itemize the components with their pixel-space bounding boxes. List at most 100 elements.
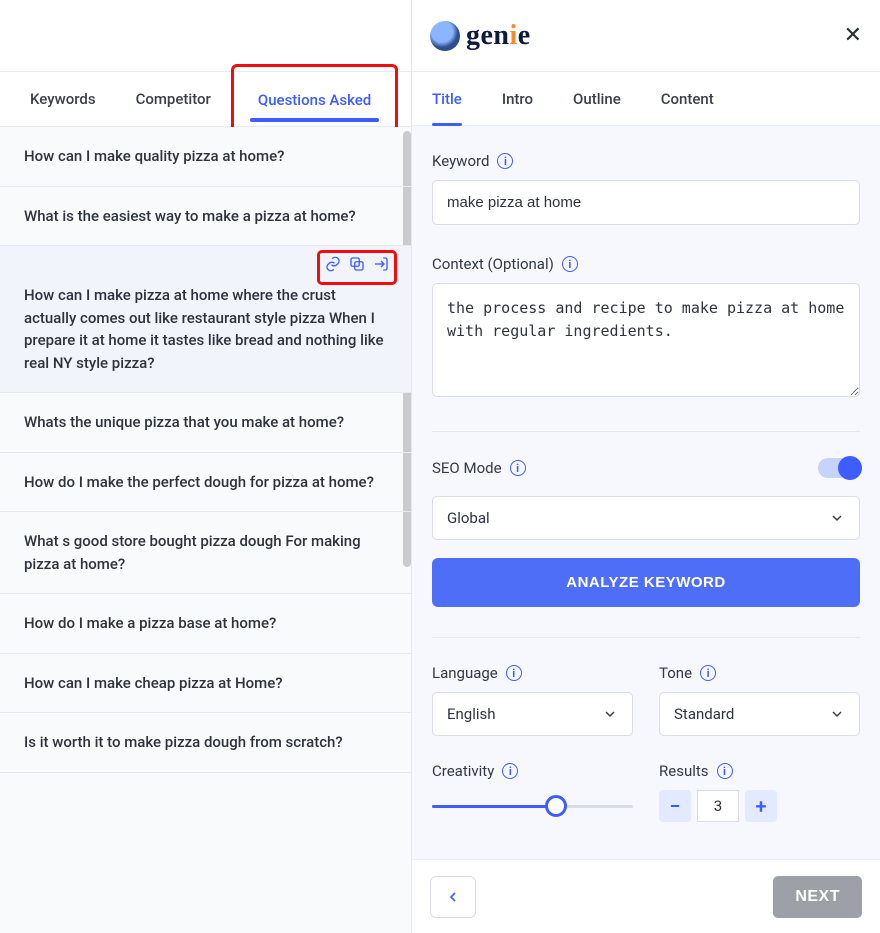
right-tab-outline-label: Outline [573, 90, 621, 108]
chevron-left-icon [445, 889, 461, 905]
question-item[interactable]: What is the easiest way to make a pizza … [0, 187, 411, 247]
question-text: Is it worth it to make pizza dough from … [24, 733, 343, 751]
results-stepper: − 3 + [659, 790, 860, 822]
info-icon[interactable]: i [506, 665, 522, 681]
right-footer: NEXT [412, 859, 880, 933]
right-tab-title[interactable]: Title [432, 72, 462, 126]
region-value: Global [447, 509, 490, 527]
language-value: English [447, 705, 496, 723]
analyze-keyword-label: ANALYZE KEYWORD [566, 574, 725, 591]
left-tab-competitor-label: Competitor [136, 90, 211, 108]
question-text: Whats the unique pizza that you make at … [24, 413, 344, 431]
question-text: What s good store bought pizza dough For… [24, 532, 361, 573]
genie-icon [430, 21, 460, 51]
creativity-col: Creativity i [432, 762, 633, 822]
keyword-label-row: Keyword i [432, 152, 860, 170]
left-tab-questions-asked[interactable]: Questions Asked [238, 73, 391, 128]
info-icon[interactable]: i [562, 256, 578, 272]
seo-mode-toggle[interactable] [818, 458, 860, 478]
questions-asked-highlight: Questions Asked [231, 64, 398, 135]
info-icon[interactable]: i [502, 763, 518, 779]
language-select[interactable]: English [432, 692, 633, 736]
brand-logo: genie [430, 20, 531, 52]
toggle-knob [838, 456, 862, 480]
results-col: Results i − 3 + [659, 762, 860, 822]
question-item[interactable]: Whats the unique pizza that you make at … [0, 393, 411, 453]
creativity-label: Creativity [432, 762, 494, 780]
close-icon[interactable]: ✕ [844, 23, 862, 48]
chevron-down-icon [602, 706, 618, 722]
info-icon[interactable]: i [717, 763, 733, 779]
left-tab-competitor[interactable]: Competitor [116, 72, 231, 127]
question-text: How can I make pizza at home where the c… [24, 286, 383, 372]
creativity-label-row: Creativity i [432, 762, 633, 780]
info-icon[interactable]: i [510, 460, 526, 476]
right-tab-intro[interactable]: Intro [502, 72, 533, 126]
tone-value: Standard [674, 705, 734, 723]
language-col: Language i English [432, 664, 633, 736]
results-decrement-button[interactable]: − [659, 790, 691, 822]
slider-fill [432, 805, 549, 808]
left-tab-keywords-label: Keywords [30, 90, 96, 108]
copy-icon[interactable] [348, 255, 366, 280]
chevron-down-icon [829, 510, 845, 526]
keyword-section: Keyword i [432, 152, 860, 225]
tone-label: Tone [659, 664, 692, 682]
info-icon[interactable]: i [700, 665, 716, 681]
context-label: Context (Optional) [432, 255, 554, 273]
results-value[interactable]: 3 [697, 790, 739, 822]
divider [432, 431, 860, 432]
left-header-blank [0, 0, 411, 72]
question-text: How can I make quality pizza at home? [24, 147, 284, 165]
brand-name: genie [466, 20, 531, 52]
right-tab-content[interactable]: Content [661, 72, 714, 126]
question-item[interactable]: How do I make a pizza base at home? [0, 594, 411, 654]
keyword-input[interactable] [432, 180, 860, 225]
question-item[interactable]: How do I make the perfect dough for pizz… [0, 453, 411, 513]
slider-thumb[interactable] [545, 795, 567, 817]
creativity-slider[interactable] [432, 794, 633, 820]
question-item[interactable]: Is it worth it to make pizza dough from … [0, 713, 411, 773]
context-section: Context (Optional) i [432, 255, 860, 401]
insert-icon[interactable] [372, 255, 390, 280]
language-label: Language [432, 664, 498, 682]
right-tab-title-label: Title [432, 90, 462, 108]
question-text: How do I make a pizza base at home? [24, 614, 276, 632]
info-icon[interactable]: i [497, 153, 513, 169]
question-action-highlight [317, 250, 397, 285]
right-tab-content-label: Content [661, 90, 714, 108]
question-text: How can I make cheap pizza at Home? [24, 674, 283, 692]
keyword-label: Keyword [432, 152, 489, 170]
divider [432, 637, 860, 638]
question-text: What is the easiest way to make a pizza … [24, 207, 356, 225]
link-icon[interactable] [324, 255, 342, 280]
tone-select[interactable]: Standard [659, 692, 860, 736]
left-panel: Keywords Competitor Questions Asked How … [0, 0, 412, 933]
results-label-row: Results i [659, 762, 860, 780]
context-input[interactable] [432, 283, 860, 397]
left-tabs: Keywords Competitor Questions Asked [0, 72, 411, 127]
left-tab-keywords[interactable]: Keywords [10, 72, 116, 127]
seo-mode-row: SEO Mode i [432, 458, 860, 478]
right-tab-intro-label: Intro [502, 90, 533, 108]
right-tab-outline[interactable]: Outline [573, 72, 621, 126]
right-panel: genie ✕ Title Intro Outline Content Keyw… [412, 0, 880, 933]
question-item[interactable]: What s good store bought pizza dough For… [0, 512, 411, 594]
questions-list: How can I make quality pizza at home? Wh… [0, 127, 411, 933]
creativity-results-row: Creativity i Results i − 3 + [432, 762, 860, 822]
context-label-row: Context (Optional) i [432, 255, 860, 273]
results-label: Results [659, 762, 709, 780]
question-text: How do I make the perfect dough for pizz… [24, 473, 374, 491]
region-select[interactable]: Global [432, 496, 860, 540]
question-item[interactable]: How can I make pizza at home where the c… [0, 246, 411, 393]
language-label-row: Language i [432, 664, 633, 682]
next-button[interactable]: NEXT [773, 876, 862, 918]
results-increment-button[interactable]: + [745, 790, 777, 822]
lang-tone-row: Language i English Tone i Standard [432, 664, 860, 736]
analyze-keyword-button[interactable]: ANALYZE KEYWORD [432, 558, 860, 607]
chevron-down-icon [829, 706, 845, 722]
right-body: Keyword i Context (Optional) i SEO Mode … [412, 126, 880, 933]
back-button[interactable] [430, 876, 476, 918]
question-item[interactable]: How can I make cheap pizza at Home? [0, 654, 411, 714]
question-item[interactable]: How can I make quality pizza at home? [0, 127, 411, 187]
